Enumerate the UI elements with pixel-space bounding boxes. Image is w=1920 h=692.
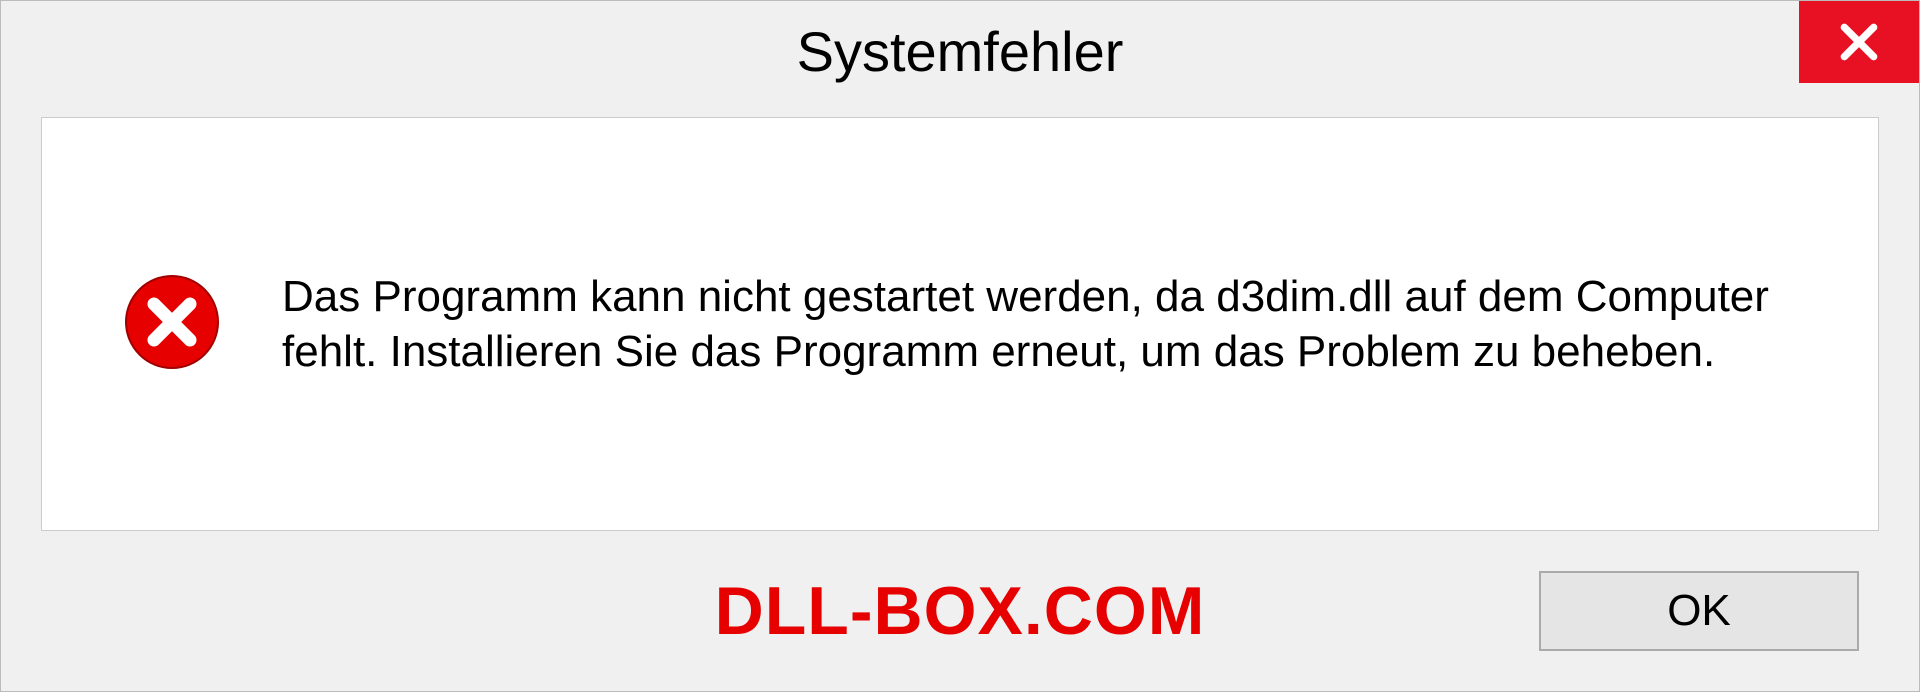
error-icon-wrap bbox=[122, 272, 222, 377]
titlebar: Systemfehler bbox=[1, 1, 1919, 101]
error-icon bbox=[122, 272, 222, 372]
system-error-dialog: Systemfehler Das Programm kann nicht ges… bbox=[0, 0, 1920, 692]
dialog-title: Systemfehler bbox=[797, 19, 1124, 84]
close-button[interactable] bbox=[1799, 1, 1919, 83]
ok-button[interactable]: OK bbox=[1539, 571, 1859, 651]
close-icon bbox=[1837, 20, 1881, 64]
error-message: Das Programm kann nicht gestartet werden… bbox=[282, 269, 1798, 379]
watermark-text: DLL-BOX.COM bbox=[715, 572, 1206, 650]
content-area: Das Programm kann nicht gestartet werden… bbox=[41, 117, 1879, 531]
footer: DLL-BOX.COM OK bbox=[1, 531, 1919, 691]
